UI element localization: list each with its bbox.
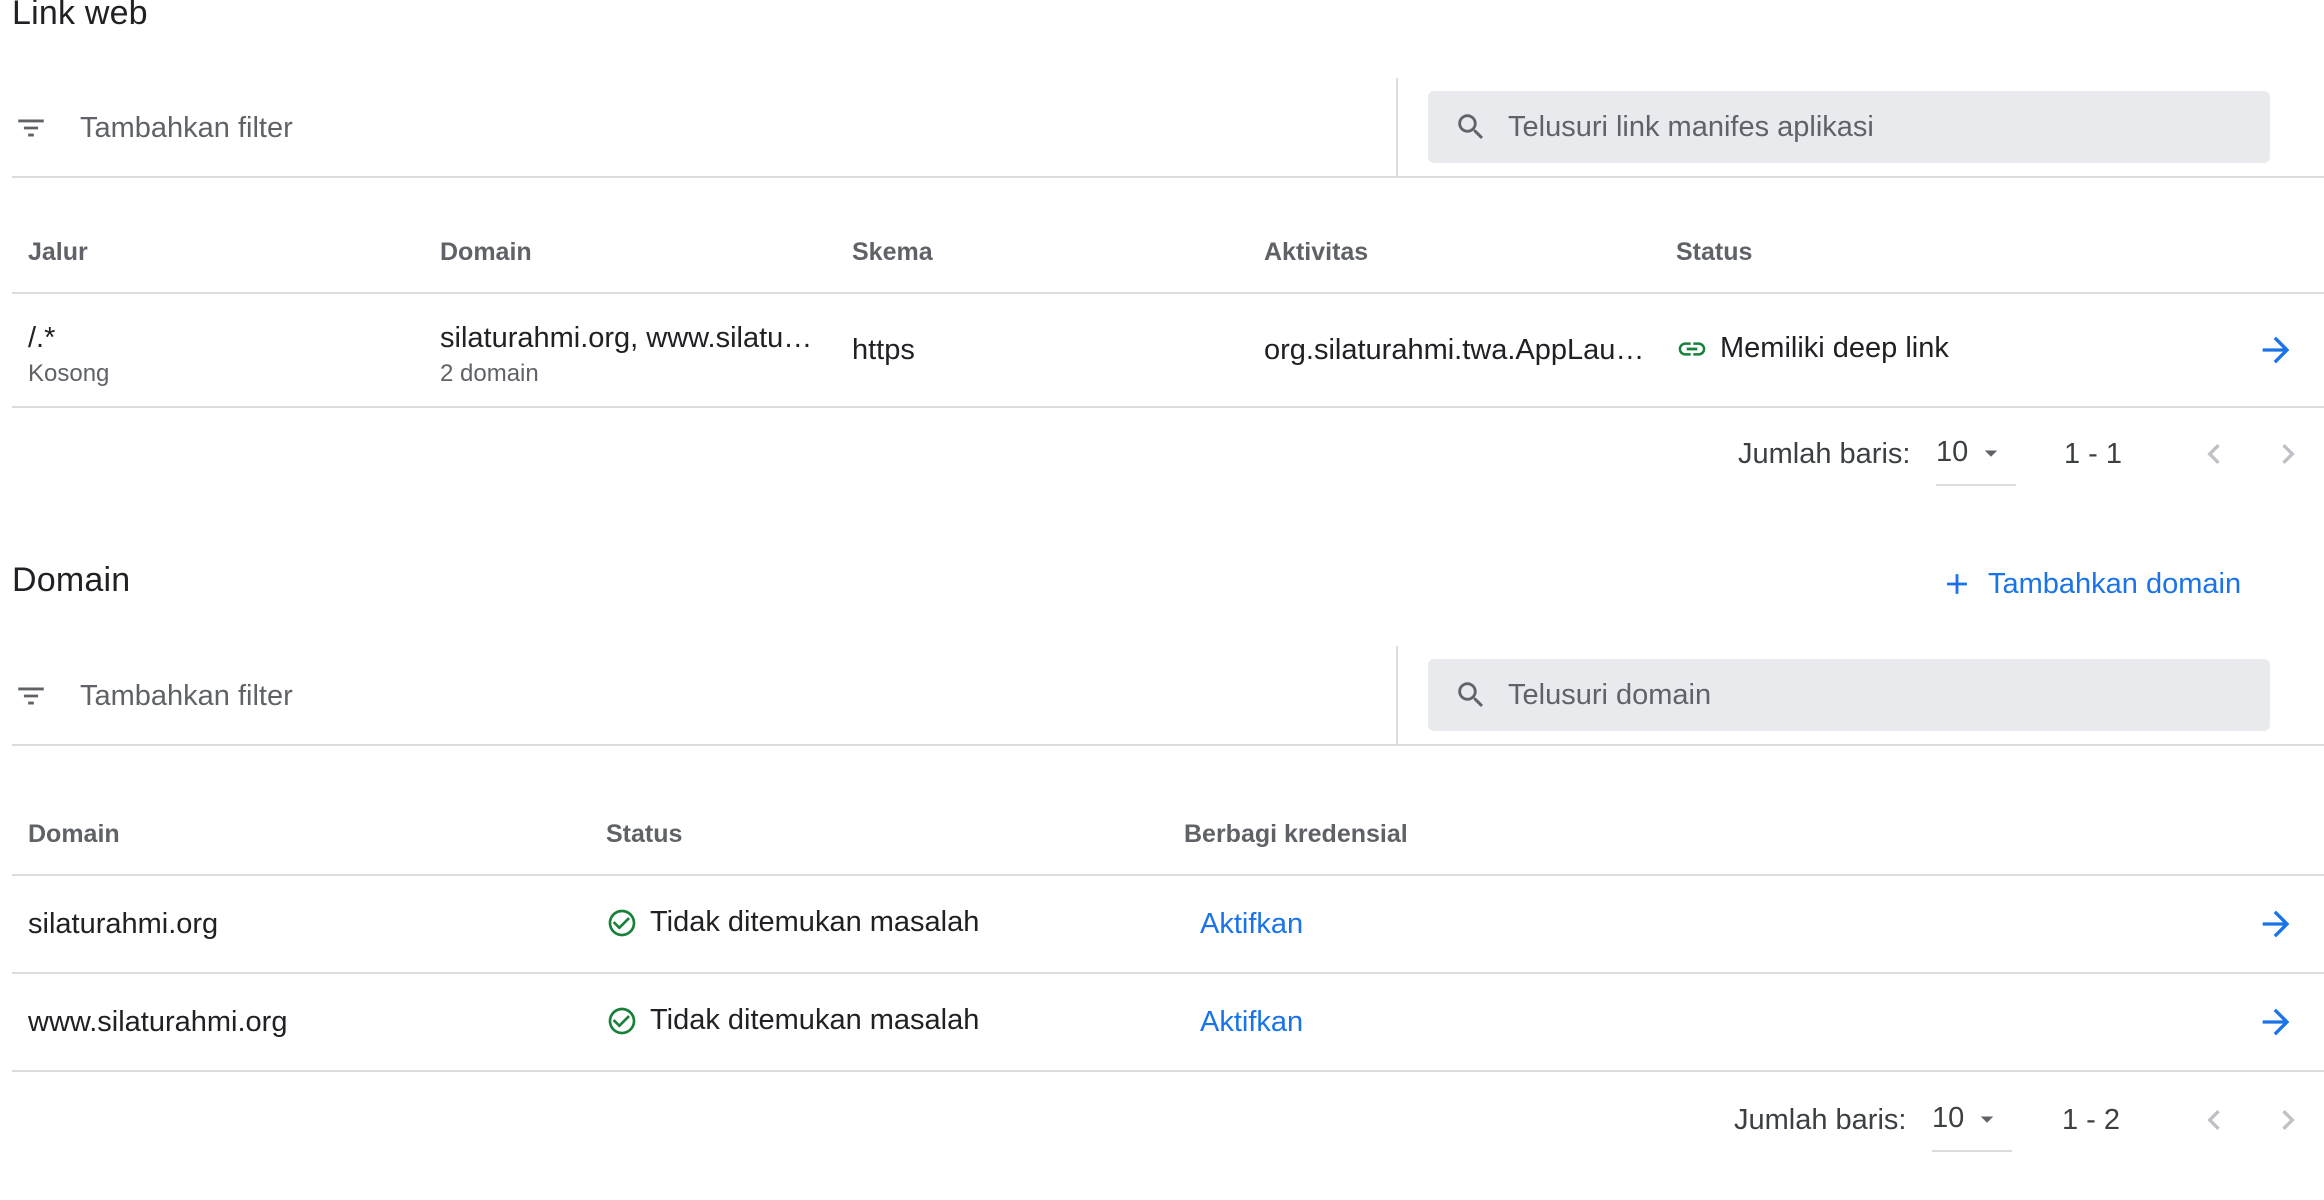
next-page-button[interactable]: [2268, 434, 2308, 474]
domains-filter-placeholder: Tambahkan filter: [80, 679, 293, 712]
row-status-label: Memiliki deep link: [1720, 332, 1949, 364]
domains-search-input[interactable]: [1508, 678, 2268, 712]
weblinks-table: Jalur Domain Skema Aktivitas Status /.* …: [12, 180, 2324, 408]
table-row[interactable]: /.* Kosong silaturahmi.org, www.silatura…: [12, 294, 2324, 408]
domains-pagination: Jumlah baris: 10 1 - 2: [12, 1074, 2324, 1174]
rows-per-page-label: Jumlah baris:: [1738, 438, 1911, 470]
rows-per-page-value: 10: [1936, 436, 1969, 468]
page-range: 1 - 1: [2064, 438, 2123, 470]
row-status: Tidak ditemukan masalah: [606, 1004, 979, 1037]
weblinks-search-input[interactable]: [1508, 110, 2268, 144]
search-icon: [1458, 682, 1484, 708]
weblinks-search-box[interactable]: [1428, 91, 2270, 163]
domains-table: Domain Status Berbagi kredensial silatur…: [12, 762, 2324, 1072]
col-header-status: Status: [1676, 238, 1753, 266]
search-icon: [1458, 114, 1484, 140]
rows-per-page-select[interactable]: 10: [1936, 436, 2016, 486]
row-domain: silaturahmi.org: [28, 908, 219, 940]
row-scheme: https: [852, 334, 915, 366]
row-open-arrow[interactable]: [2256, 1002, 2296, 1042]
weblinks-filter[interactable]: Tambahkan filter: [12, 78, 1396, 178]
rows-per-page-label: Jumlah baris:: [1734, 1104, 1907, 1136]
domains-filter-bar: Tambahkan filter: [12, 646, 2324, 746]
col-header-domain: Domain: [28, 820, 120, 848]
page-range: 1 - 2: [2062, 1104, 2121, 1136]
col-header-domain: Domain: [440, 238, 532, 266]
dropdown-arrow-icon: [1985, 450, 1998, 457]
rows-per-page-value: 10: [1932, 1102, 1965, 1134]
weblinks-filter-placeholder: Tambahkan filter: [80, 111, 293, 144]
domains-search-box[interactable]: [1428, 659, 2270, 731]
col-header-status: Status: [606, 820, 683, 848]
chevron-left-icon: [2207, 444, 2220, 464]
row-domain: www.silaturahmi.org: [28, 1006, 288, 1038]
col-header-activity: Aktivitas: [1264, 238, 1369, 266]
row-activity: org.silaturahmi.twa.AppLauncherActivity: [1264, 334, 1650, 366]
rows-per-page-select[interactable]: 10: [1932, 1102, 2012, 1152]
domains-filter[interactable]: Tambahkan filter: [12, 646, 1396, 746]
weblinks-title: Link web: [12, 0, 148, 32]
chevron-left-icon: [2207, 1110, 2220, 1130]
table-row[interactable]: www.silaturahmi.org Tidak ditemukan masa…: [12, 974, 2324, 1072]
arrow-right-icon: [2262, 910, 2290, 938]
row-status: Memiliki deep link: [1676, 332, 1949, 365]
filter-divider: [1396, 646, 1398, 744]
domains-title: Domain: [12, 561, 131, 599]
row-open-arrow[interactable]: [2256, 904, 2296, 944]
col-header-path: Jalur: [28, 238, 88, 266]
table-row[interactable]: silaturahmi.org Tidak ditemukan masalah …: [12, 876, 2324, 974]
weblinks-filter-bar: Tambahkan filter: [12, 78, 2324, 178]
filter-icon: [18, 687, 44, 705]
dropdown-arrow-icon: [1981, 1116, 1994, 1123]
row-status: Tidak ditemukan masalah: [606, 906, 979, 939]
plus-icon: [1947, 574, 1967, 594]
chevron-right-icon: [2282, 1110, 2295, 1130]
check-circle-icon: [608, 1007, 636, 1034]
chevron-right-icon: [2282, 444, 2295, 464]
page: Link web Tambahkan filter Jalur Domain S…: [12, 0, 2324, 1200]
next-page-button[interactable]: [2268, 1100, 2308, 1140]
add-domain-button[interactable]: Tambahkan domain: [1940, 558, 2241, 610]
prev-page-button[interactable]: [2194, 1100, 2234, 1140]
arrow-right-icon: [2262, 1008, 2290, 1036]
add-domain-label: Tambahkan domain: [1988, 567, 2242, 600]
weblinks-table-header: Jalur Domain Skema Aktivitas Status: [12, 180, 2324, 294]
row-domain-count: 2 domain: [440, 360, 539, 387]
domains-table-header: Domain Status Berbagi kredensial: [12, 762, 2324, 876]
row-path-sub: Kosong: [28, 360, 110, 387]
enable-credential-sharing-link[interactable]: Aktifkan: [1200, 1006, 1303, 1039]
col-header-credential-sharing: Berbagi kredensial: [1184, 820, 1408, 848]
row-path: /.*: [28, 322, 56, 354]
row-domain: silaturahmi.org, www.silaturahmi.org: [440, 322, 820, 354]
arrow-right-icon: [2262, 336, 2290, 364]
check-circle-icon: [608, 909, 636, 936]
link-icon: [1678, 341, 1706, 356]
filter-divider: [1396, 78, 1398, 176]
prev-page-button[interactable]: [2194, 434, 2234, 474]
weblinks-pagination: Jumlah baris: 10 1 - 1: [12, 410, 2324, 510]
col-header-scheme: Skema: [852, 238, 933, 266]
enable-credential-sharing-link[interactable]: Aktifkan: [1200, 908, 1303, 941]
row-status-label: Tidak ditemukan masalah: [650, 1004, 980, 1036]
filter-icon: [18, 119, 44, 137]
row-status-label: Tidak ditemukan masalah: [650, 906, 980, 938]
row-open-arrow[interactable]: [2256, 330, 2296, 370]
